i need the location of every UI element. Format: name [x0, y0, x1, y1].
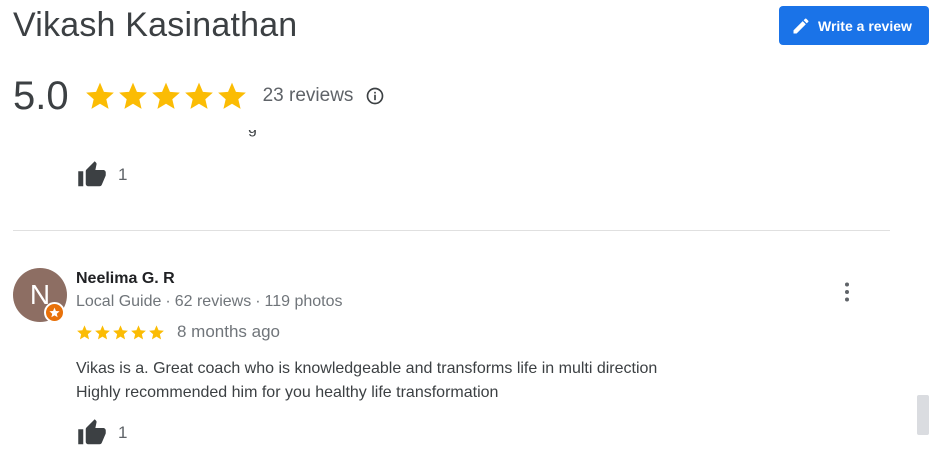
like-count: 1: [118, 423, 128, 442]
more-vert-icon: [845, 282, 849, 302]
local-guide-star-icon: [44, 302, 65, 323]
star-icon: [149, 324, 164, 339]
pencil-icon: [793, 17, 809, 33]
average-rating: 5.0: [13, 73, 69, 118]
star-icon: [118, 82, 147, 109]
star-icon: [184, 82, 213, 109]
thumbs-up-icon: [78, 419, 106, 445]
star-icon: [217, 82, 246, 109]
review-text-line: Highly recommended him for you healthy l…: [76, 384, 499, 401]
reviews-count[interactable]: 23 reviews: [263, 85, 354, 107]
meta-separator: ·: [165, 293, 171, 310]
scrollbar-thumb[interactable]: [917, 395, 929, 435]
write-review-label: Write a review: [818, 17, 912, 34]
review-text-line: Vikas is a. Great coach who is knowledge…: [76, 360, 658, 377]
reviewer-meta: Local Guide · 62 reviews · 119 photos: [76, 293, 343, 311]
review-like-button[interactable]: 1: [76, 418, 127, 448]
previous-review-like-button[interactable]: 1: [76, 160, 127, 190]
star-icon: [113, 324, 128, 339]
star-icon: [131, 324, 146, 339]
like-count: 1: [118, 165, 128, 184]
rating-stars: [84, 80, 249, 112]
review-date: 8 months ago: [177, 322, 281, 341]
star-icon: [151, 82, 180, 109]
reviewer-review-count: 62 reviews: [174, 293, 252, 310]
star-icon: [95, 324, 110, 339]
review-divider: [13, 230, 890, 231]
more-options-button[interactable]: [835, 280, 859, 304]
write-review-button[interactable]: Write a review: [779, 6, 929, 45]
clipped-previous-review-text: g: [248, 130, 260, 142]
review-stars: [76, 324, 166, 341]
info-icon[interactable]: [365, 86, 385, 106]
thumbs-up-icon: [78, 161, 106, 187]
review-text: Vikas is a. Great coach who is knowledge…: [76, 357, 836, 405]
reviewer-photo-count: 119 photos: [264, 293, 343, 310]
star-icon: [77, 324, 92, 339]
star-icon: [85, 82, 114, 109]
reviewer-name[interactable]: Neelima G. R: [76, 270, 175, 288]
rating-summary: 5.0 23 reviews: [13, 72, 385, 120]
review-rating-row: 8 months ago: [76, 322, 280, 342]
meta-separator: ·: [255, 293, 261, 310]
business-title: Vikash Kasinathan: [13, 6, 298, 44]
reviewer-level: Local Guide: [76, 293, 162, 310]
